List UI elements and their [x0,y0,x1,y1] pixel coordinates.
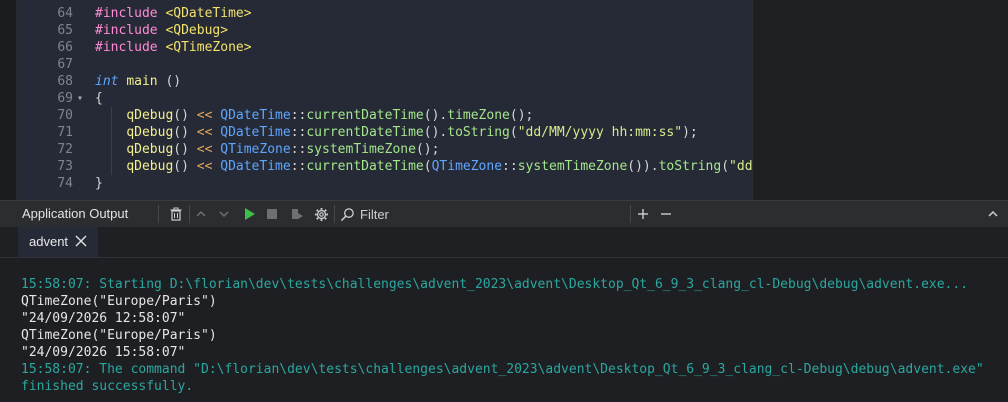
chevron-up-icon[interactable] [191,204,211,224]
output-line: 15:58:07: Starting D:\florian\dev\tests\… [21,277,969,292]
line-number: 71 [57,125,73,140]
output-line: "24/09/2026 15:58:07" [21,345,186,360]
line-number: 69 [57,91,73,106]
close-icon[interactable] [72,232,90,250]
output-pane-toolbar: Application Output Filter [0,200,1008,227]
line-number: 72 [57,142,73,157]
line-number: 67 [57,57,73,72]
left-sidebar-strip [0,0,17,200]
output-line: "24/09/2026 12:58:07" [21,311,186,326]
code-line[interactable]: { [95,90,103,107]
code-editor[interactable]: 64 #include <QDateTime> 65 #include <QDe… [17,0,752,200]
line-number: 74 [57,176,73,191]
filter-input[interactable]: Filter [360,207,389,222]
code-line[interactable]: qDebug() << QTimeZone::systemTimeZone(); [95,141,439,158]
code-line[interactable]: qDebug() << QDateTime::currentDateTime(Q… [95,158,752,175]
application-output-text[interactable]: 15:58:07: Starting D:\florian\dev\tests\… [0,258,1008,402]
minus-icon[interactable] [656,204,676,224]
collapse-pane-icon[interactable] [983,204,1003,224]
line-number: 70 [57,108,73,123]
output-pane-title: Application Output [22,206,129,221]
output-line: QTimeZone("Europe/Paris") [21,294,217,309]
toolbar-separator [630,205,631,223]
output-line: QTimeZone("Europe/Paris") [21,328,217,343]
output-tab-bar: advent [0,227,1008,258]
chevron-down-icon[interactable] [214,204,234,224]
toolbar-separator [158,205,159,223]
tab-advent[interactable]: advent [18,227,98,257]
attach-debugger-icon[interactable] [287,204,307,224]
line-number: 73 [57,159,73,174]
fold-arrow-icon[interactable]: ▾ [77,93,83,104]
output-line: finished successfully. [21,379,194,394]
code-line[interactable]: } [95,175,103,192]
code-line[interactable]: #include <QDateTime> [95,5,252,22]
code-line[interactable]: #include <QTimeZone> [95,39,252,56]
search-icon[interactable] [337,204,357,224]
editor-side-panel [752,0,1008,200]
toolbar-separator [189,205,190,223]
toolbar-separator [334,205,335,223]
gear-icon[interactable] [311,204,331,224]
plus-icon[interactable] [633,204,653,224]
code-line[interactable]: qDebug() << QDateTime::currentDateTime()… [95,107,533,124]
line-number: 68 [57,74,73,89]
trash-icon[interactable] [166,204,186,224]
run-icon[interactable] [239,204,259,224]
line-number: 66 [57,40,73,55]
code-line[interactable]: #include <QDebug> [95,22,228,39]
line-number: 64 [57,6,73,21]
line-number: 65 [57,23,73,38]
tab-label: advent [29,234,69,249]
code-line[interactable]: qDebug() << QDateTime::currentDateTime()… [95,124,697,141]
output-line: 15:58:07: The command "D:\florian\dev\te… [21,362,984,377]
stop-icon[interactable] [262,204,282,224]
code-line[interactable]: int main () [95,73,181,90]
